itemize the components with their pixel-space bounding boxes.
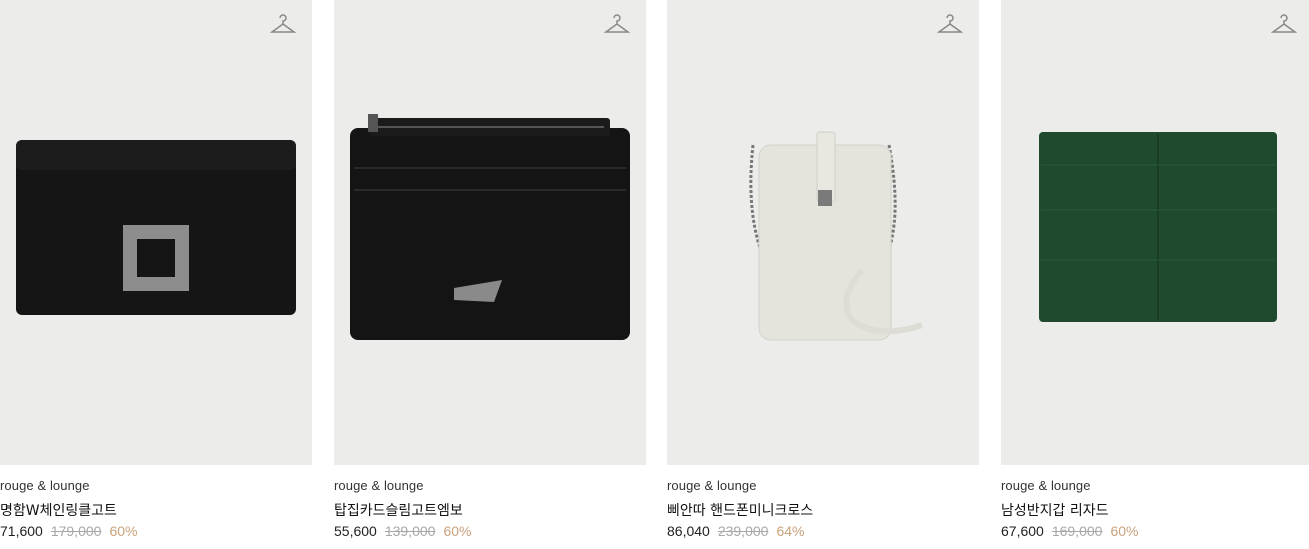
product-name[interactable]: 삐안따 핸드폰미니크로스 <box>667 500 813 520</box>
original-price: 239,000 <box>717 523 769 539</box>
green-bifold-wallet-image <box>1039 132 1277 322</box>
hanger-icon[interactable] <box>270 12 296 36</box>
original-price: 139,000 <box>384 523 436 539</box>
product-name[interactable]: 탑집카드슬림고트엠보 <box>334 500 463 520</box>
product-image[interactable] <box>667 0 979 465</box>
product-name[interactable]: 남성반지갑 리자드 <box>1001 500 1109 520</box>
white-phone-crossbody-image <box>749 131 923 341</box>
brand-name[interactable]: rouge & lounge <box>0 478 90 493</box>
hanger-icon[interactable] <box>1271 12 1297 36</box>
sale-price: 86,040 <box>667 523 710 539</box>
product-card[interactable]: rouge & lounge 명함W체인링클고트 71,600 179,000 60… <box>0 0 312 539</box>
brand-name[interactable]: rouge & lounge <box>334 478 424 493</box>
hanger-icon[interactable] <box>937 12 963 36</box>
sale-price: 67,600 <box>1001 523 1044 539</box>
black-card-wallet-image <box>16 140 296 315</box>
product-name[interactable]: 명함W체인링클고트 <box>0 500 117 520</box>
discount-rate: 60% <box>443 523 472 539</box>
brand-name[interactable]: rouge & lounge <box>667 478 757 493</box>
discount-rate: 60% <box>1110 523 1139 539</box>
price-row: 55,600 139,000 60% <box>334 523 471 539</box>
discount-rate: 60% <box>109 523 138 539</box>
product-card[interactable]: rouge & lounge 남성반지갑 리자드 67,600 169,000 60… <box>1001 0 1309 539</box>
product-image[interactable] <box>0 0 312 465</box>
product-card[interactable]: rouge & lounge 삐안따 핸드폰미니크로스 86,040 239,00… <box>667 0 979 539</box>
hanger-icon[interactable] <box>604 12 630 36</box>
price-row: 67,600 169,000 60% <box>1001 523 1138 539</box>
original-price: 169,000 <box>1051 523 1103 539</box>
price-row: 71,600 179,000 60% <box>0 523 137 539</box>
product-image[interactable] <box>334 0 646 465</box>
price-row: 86,040 239,000 64% <box>667 523 804 539</box>
black-card-holder-image <box>350 114 630 340</box>
original-price: 179,000 <box>50 523 102 539</box>
brand-name[interactable]: rouge & lounge <box>1001 478 1091 493</box>
product-card[interactable]: rouge & lounge 탑집카드슬림고트엠보 55,600 139,000 6… <box>334 0 646 539</box>
product-image[interactable] <box>1001 0 1309 465</box>
sale-price: 55,600 <box>334 523 377 539</box>
discount-rate: 64% <box>776 523 805 539</box>
sale-price: 71,600 <box>0 523 43 539</box>
